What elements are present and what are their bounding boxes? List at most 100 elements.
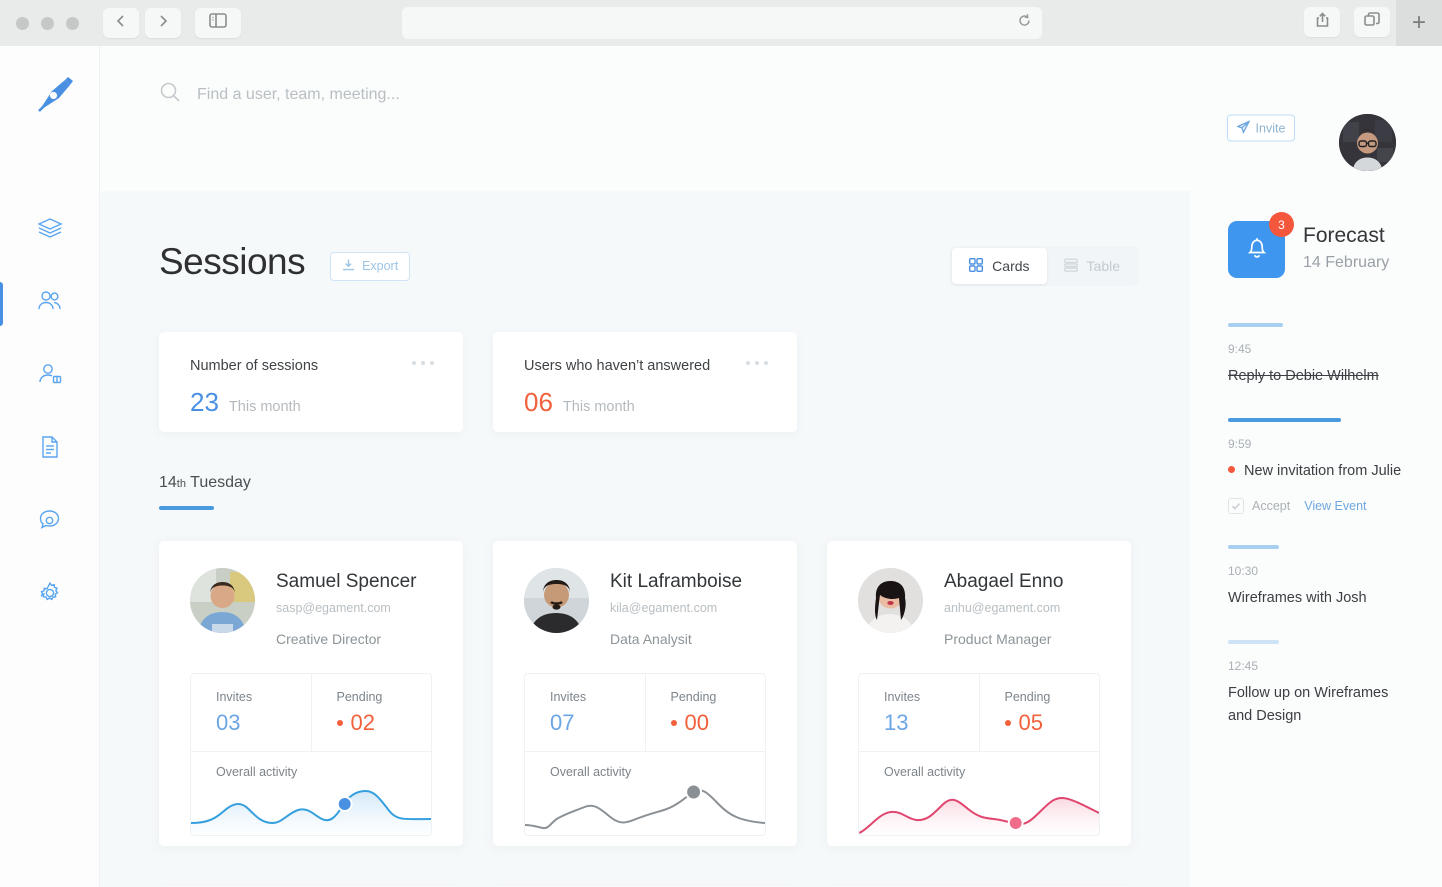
user-avatar[interactable] [1339, 114, 1396, 171]
pending-dot [671, 720, 677, 726]
metric-value: 00 [685, 710, 709, 736]
export-button[interactable]: Export [330, 252, 410, 281]
show-tabs-button[interactable] [1354, 7, 1390, 37]
close-window-button[interactable] [16, 17, 29, 30]
sidebar-item-user-card[interactable] [0, 340, 100, 413]
export-label: Export [362, 259, 398, 273]
user-card[interactable]: Samuel Spencer sasp@egament.com Creative… [159, 541, 463, 846]
metric-value: 05 [1019, 710, 1043, 736]
sidebar-toggle-button[interactable] [195, 8, 241, 38]
view-event-link[interactable]: View Event [1304, 499, 1366, 513]
user-email: sasp@egament.com [276, 601, 416, 615]
window-traffic-lights [16, 17, 79, 30]
sidebar-item-documents[interactable] [0, 413, 100, 486]
forecast-text: Follow up on Wireframes and Design [1228, 682, 1408, 727]
avatar [858, 568, 923, 633]
search-icon [159, 81, 181, 108]
forecast-duration-bar [1228, 418, 1341, 422]
user-card-header: Kit Laframboise kila@egament.com Data An… [524, 568, 766, 647]
forecast-titles: Forecast 14 February [1303, 221, 1389, 272]
user-email: anhu@egament.com [944, 601, 1063, 615]
forecast-text: New invitation from Julie [1244, 460, 1401, 482]
invite-button[interactable]: Invite [1227, 115, 1295, 142]
tab-table[interactable]: Table [1047, 248, 1137, 284]
user-name: Kit Laframboise [610, 571, 742, 593]
user-identity: Samuel Spencer sasp@egament.com Creative… [276, 568, 416, 647]
forecast-text: Reply to Debie Wilhelm [1228, 365, 1408, 387]
view-mode-toggle: Cards Table [950, 246, 1139, 286]
minimize-window-button[interactable] [41, 17, 54, 30]
user-metrics: Invites 03 Pending 02 Overall activi [190, 673, 432, 836]
forecast-item[interactable]: 9:59 New invitation from Julie Accept Vi… [1228, 418, 1442, 513]
sidebar-item-chat[interactable] [0, 486, 100, 559]
metric-label: Invites [216, 690, 311, 704]
user-metrics: Invites 13 Pending 05 Overall activi [858, 673, 1100, 836]
activity-label: Overall activity [525, 752, 765, 779]
forecast-date: 14 February [1303, 254, 1389, 272]
sidebar-item-users[interactable] [0, 267, 100, 340]
metric-invites: Invites 13 [859, 674, 979, 751]
activity-label: Overall activity [191, 752, 431, 779]
notifications-bell[interactable]: 3 [1228, 221, 1285, 278]
share-icon [1315, 12, 1330, 33]
metric-value-row: 02 [337, 710, 432, 736]
document-icon [37, 434, 63, 465]
summary-stats: Number of sessions 23 This month Users w… [159, 332, 797, 432]
sidebar-item-layers[interactable] [0, 194, 100, 267]
activity-label: Overall activity [859, 752, 1099, 779]
sidebar-item-settings[interactable] [0, 559, 100, 632]
search-input[interactable] [197, 86, 627, 104]
forecast-item[interactable]: 12:45 Follow up on Wireframes and Design [1228, 640, 1442, 727]
checkbox-icon[interactable] [1228, 498, 1244, 514]
user-card-icon [37, 361, 63, 392]
accept-button[interactable]: Accept [1228, 498, 1290, 514]
back-button[interactable] [103, 8, 139, 38]
forward-button[interactable] [145, 8, 181, 38]
global-search[interactable] [159, 81, 627, 108]
user-cards-row: Samuel Spencer sasp@egament.com Creative… [159, 541, 1131, 846]
maximize-window-button[interactable] [66, 17, 79, 30]
metric-pending: Pending 02 [311, 674, 432, 751]
metrics-top-row: Invites 13 Pending 05 [859, 674, 1099, 752]
browser-actions [1304, 7, 1390, 37]
metrics-top-row: Invites 07 Pending 00 [525, 674, 765, 752]
app-header: Invite [100, 46, 1442, 143]
share-button[interactable] [1304, 7, 1340, 37]
forecast-time: 10:30 [1228, 564, 1442, 578]
forecast-time: 9:45 [1228, 342, 1442, 356]
pen-nib-logo[interactable] [32, 74, 76, 118]
metric-label: Pending [671, 690, 766, 704]
new-tab-button[interactable]: + [1396, 0, 1442, 46]
forecast-list: 9:45 Reply to Debie Wilhelm 9:59 New inv… [1228, 323, 1442, 727]
stat-label: Users who haven’t answered [524, 358, 766, 374]
page-title: Sessions [159, 241, 305, 283]
chevron-left-icon [114, 14, 128, 33]
user-role: Product Manager [944, 631, 1063, 647]
forecast-text: Wireframes with Josh [1228, 587, 1408, 609]
date-label: 14th Tuesday [159, 474, 251, 492]
forecast-item[interactable]: 10:30 Wireframes with Josh [1228, 545, 1442, 609]
settings-gear-icon [37, 580, 63, 611]
user-role: Data Analysit [610, 631, 742, 647]
stat-label: Number of sessions [190, 358, 432, 374]
user-identity: Kit Laframboise kila@egament.com Data An… [610, 568, 742, 647]
forecast-item[interactable]: 9:45 Reply to Debie Wilhelm [1228, 323, 1442, 387]
metric-label: Pending [1005, 690, 1100, 704]
user-card[interactable]: Kit Laframboise kila@egament.com Data An… [493, 541, 797, 846]
stat-number: 06 [524, 387, 553, 418]
stat-card-unanswered[interactable]: Users who haven’t answered 06 This month [493, 332, 797, 432]
reload-icon[interactable] [1017, 13, 1032, 33]
forecast-actions: Accept View Event [1228, 498, 1442, 514]
address-bar[interactable] [402, 7, 1042, 39]
user-card[interactable]: Abagael Enno anhu@egament.com Product Ma… [827, 541, 1131, 846]
stat-card-sessions[interactable]: Number of sessions 23 This month [159, 332, 463, 432]
card-menu-button[interactable] [412, 361, 434, 365]
user-name: Abagael Enno [944, 571, 1063, 593]
card-menu-button[interactable] [746, 361, 768, 365]
stat-value-row: 23 This month [190, 387, 432, 418]
forecast-duration-bar [1228, 323, 1283, 327]
tab-cards[interactable]: Cards [952, 248, 1046, 284]
notification-badge: 3 [1269, 212, 1294, 237]
sparkline-chart [525, 779, 765, 835]
accept-label: Accept [1252, 499, 1290, 513]
